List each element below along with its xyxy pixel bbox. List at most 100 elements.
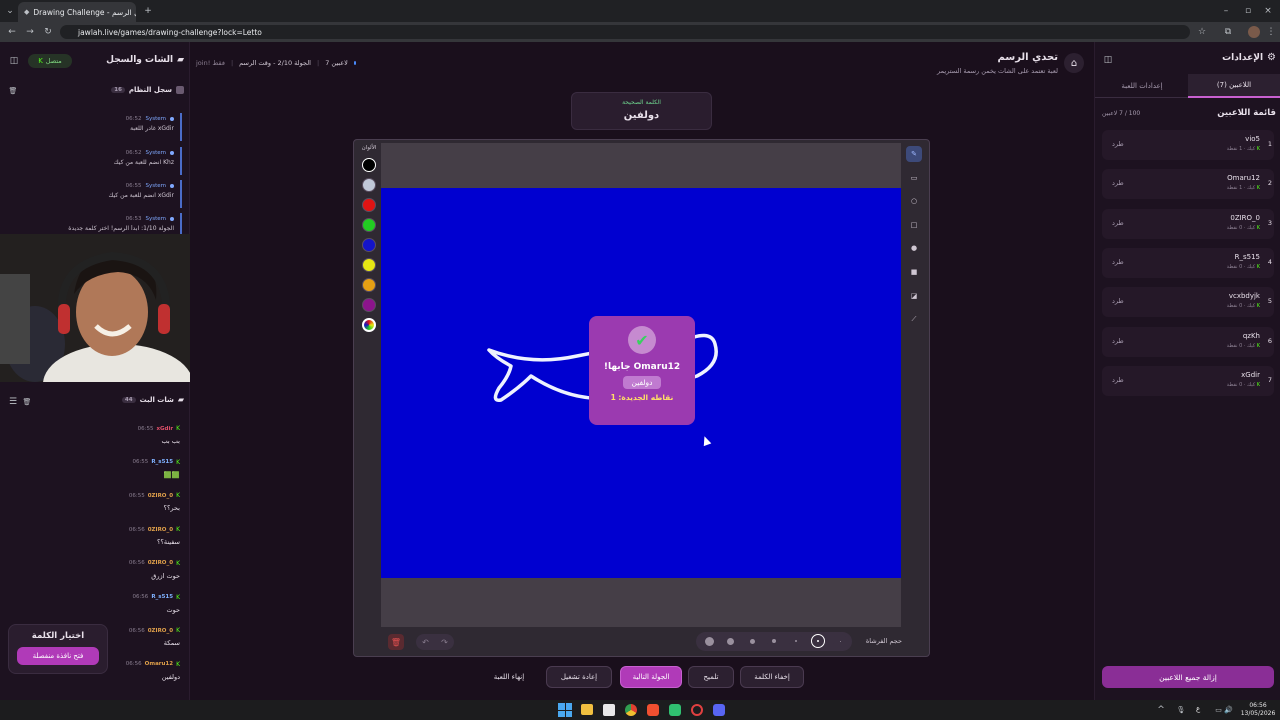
kick-player-button[interactable]: طرد xyxy=(1112,140,1124,148)
store-icon[interactable] xyxy=(603,704,615,716)
new-tab-icon[interactable]: + xyxy=(142,5,154,17)
chat-filter-icon[interactable]: ☰ xyxy=(8,397,18,407)
chat-text: سفينة؟؟ xyxy=(156,538,180,547)
custom-color-picker[interactable] xyxy=(362,318,376,332)
player-row: vcxbdyjk K كيك · 0 نقطة 5 طرد xyxy=(1102,287,1274,318)
player-row: vio5 K كيك · 1 نقطة 1 طرد xyxy=(1102,130,1274,160)
chat-username[interactable]: 0ZIRO_0 xyxy=(148,527,173,533)
chat-username[interactable]: xGdir xyxy=(156,426,173,432)
undo-icon[interactable]: ↶ xyxy=(422,638,429,647)
remove-all-players-button[interactable]: إزالة جميع اللاعبين xyxy=(1102,666,1274,688)
tab-game-settings[interactable]: إعدادات اللعبة xyxy=(1096,74,1188,98)
chat-panel-title: الشات والسجل xyxy=(106,55,174,65)
pencil-tool-icon[interactable]: ✎ xyxy=(906,146,922,162)
kick-player-button[interactable]: طرد xyxy=(1112,376,1124,384)
color-swatch[interactable] xyxy=(362,278,376,292)
chat-username[interactable]: R_s515 xyxy=(151,594,173,600)
chat-time: 06:56 xyxy=(128,627,145,634)
kick-player-button[interactable]: طرد xyxy=(1112,219,1124,227)
kick-player-button[interactable]: طرد xyxy=(1112,297,1124,305)
chat-username[interactable]: R_s515 xyxy=(151,459,173,465)
open-separate-window-button[interactable]: فتح نافذة منفصلة xyxy=(17,647,99,665)
chat-username[interactable]: 0ZIRO_0 xyxy=(148,560,173,566)
player-rank: 2 xyxy=(1267,179,1272,188)
chat-username[interactable]: 0ZIRO_0 xyxy=(148,628,173,634)
app-icon[interactable] xyxy=(669,704,681,716)
color-swatch[interactable] xyxy=(362,238,376,252)
os-taskbar xyxy=(0,700,1280,720)
brush-size-xl[interactable] xyxy=(702,634,716,648)
back-icon[interactable]: ← xyxy=(6,26,18,38)
forward-icon[interactable]: → xyxy=(24,26,36,38)
brush-size-m[interactable] xyxy=(745,634,759,648)
fill-bucket-icon[interactable]: ◪ xyxy=(906,288,922,304)
brave-icon[interactable] xyxy=(647,704,659,716)
tray-chevron-icon[interactable]: ^ xyxy=(1156,705,1166,715)
brush-size-xxs[interactable] xyxy=(833,634,847,648)
clock[interactable]: 06:56 13/05/2026 xyxy=(1240,702,1276,718)
filled-rect-tool-icon[interactable]: ■ xyxy=(906,264,922,280)
color-swatch[interactable] xyxy=(362,258,376,272)
color-swatch[interactable] xyxy=(362,198,376,212)
brush-size-label: حجم الفرشاة xyxy=(865,637,902,645)
input-language[interactable]: ع xyxy=(1196,705,1206,713)
replay-button[interactable]: إعادة تشغيل xyxy=(546,666,612,688)
kick-badge-icon: K xyxy=(1256,303,1260,310)
profile-avatar[interactable] xyxy=(1248,26,1260,38)
bookmark-star-icon[interactable]: ☆ xyxy=(1196,26,1208,38)
brush-size-selected[interactable] xyxy=(811,634,825,648)
end-game-button[interactable]: إنهاء اللعبة xyxy=(478,666,540,688)
window-close-icon[interactable]: × xyxy=(1262,5,1274,17)
collapse-settings-icon[interactable]: ◫ xyxy=(1102,54,1114,66)
collapse-panel-icon[interactable]: ◫ xyxy=(8,55,20,67)
redo-icon[interactable]: ↷ xyxy=(441,638,448,647)
reload-icon[interactable]: ↻ xyxy=(42,26,54,38)
network-volume-icon[interactable]: ▭ 🔊 xyxy=(1212,705,1236,715)
clear-canvas-icon[interactable]: 🗑 xyxy=(388,634,404,650)
home-icon[interactable]: ⌂ xyxy=(1064,53,1084,73)
chrome-icon[interactable] xyxy=(625,704,637,716)
brush-size-l[interactable] xyxy=(723,634,737,648)
kick-player-button[interactable]: طرد xyxy=(1112,337,1124,345)
line-tool-icon[interactable]: ⟋ xyxy=(906,311,922,327)
browser-tab[interactable]: ◆ Drawing Challenge - تحدي الرسم × xyxy=(18,2,136,22)
minimize-icon[interactable]: – xyxy=(1220,5,1232,17)
popup-word: دولفين xyxy=(623,376,661,389)
word-pick-card: اختيار الكلمة فتح نافذة منفصلة xyxy=(8,624,108,674)
windows-start-icon[interactable] xyxy=(558,703,572,717)
log-sender: System xyxy=(145,150,166,156)
url-field[interactable]: jawlah.live/games/drawing-challenge?lock… xyxy=(60,25,1190,39)
clear-log-icon[interactable]: 🗑 xyxy=(8,86,18,96)
color-swatch[interactable] xyxy=(362,298,376,312)
clock-date: 13/05/2026 xyxy=(1240,710,1276,717)
kick-player-button[interactable]: طرد xyxy=(1112,258,1124,266)
player-meta: كيك · 0 نقطة xyxy=(1226,303,1256,310)
microphone-icon[interactable]: 🎙 xyxy=(1176,705,1186,715)
brush-size-s[interactable] xyxy=(767,634,781,648)
color-swatch[interactable] xyxy=(362,218,376,232)
filled-circle-tool-icon[interactable]: ● xyxy=(906,240,922,256)
eraser-tool-icon[interactable]: ▭ xyxy=(906,170,922,186)
hide-word-button[interactable]: إخفاء الكلمة xyxy=(740,666,804,688)
browser-menu-icon[interactable]: ⋮ xyxy=(1266,26,1276,38)
file-explorer-icon[interactable] xyxy=(581,704,593,715)
tab-menu-icon[interactable]: ⌄ xyxy=(4,5,16,17)
player-meta-row: K كيك · 0 نقطة xyxy=(1227,303,1260,309)
extensions-icon[interactable]: ⧉ xyxy=(1222,26,1234,38)
hint-button[interactable]: تلميح xyxy=(688,666,734,688)
chat-username[interactable]: 0ZIRO_0 xyxy=(148,493,173,499)
kick-player-button[interactable]: طرد xyxy=(1112,179,1124,187)
obs-icon[interactable] xyxy=(691,704,703,716)
brush-size-xs[interactable] xyxy=(789,634,803,648)
tab-players[interactable]: اللاعبين (7) xyxy=(1188,74,1280,98)
next-round-button[interactable]: الجولة التالية xyxy=(620,666,682,688)
rectangle-tool-icon[interactable]: □ xyxy=(906,217,922,233)
clear-chat-icon[interactable]: 🗑 xyxy=(22,397,32,407)
circle-tool-icon[interactable]: ○ xyxy=(906,193,922,209)
discord-icon[interactable] xyxy=(713,704,725,716)
log-text: Khz انضم للعبة من كيك xyxy=(113,159,174,166)
color-swatch[interactable] xyxy=(362,158,376,172)
color-swatch[interactable] xyxy=(362,178,376,192)
chat-username[interactable]: Omaru12 xyxy=(145,661,173,667)
maximize-icon[interactable]: ▫ xyxy=(1242,5,1254,17)
